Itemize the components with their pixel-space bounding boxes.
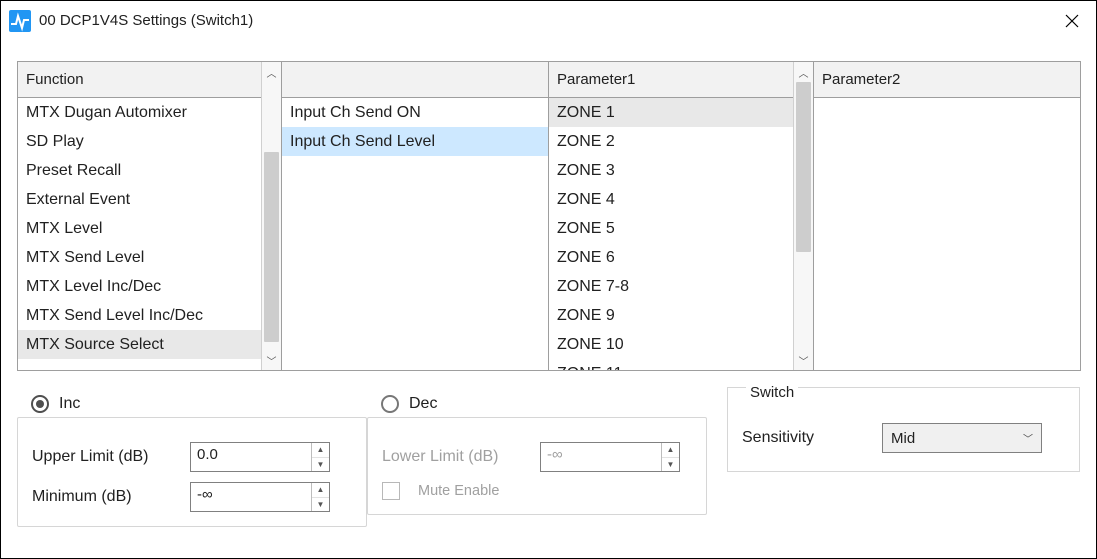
- switch-legend: Switch: [746, 384, 798, 401]
- param2-panel: Parameter2: [813, 61, 1081, 371]
- lower-limit-input: -∞ ▲▼: [540, 442, 680, 472]
- list-item[interactable]: MTX Level Inc/Dec: [18, 272, 261, 301]
- function-scrollbar[interactable]: ︿ ﹀: [261, 62, 281, 370]
- switch-group: Switch Sensitivity Mid ﹀: [727, 387, 1080, 472]
- list-item[interactable]: Input Ch Send Level: [282, 127, 548, 156]
- mute-enable-checkbox: [382, 482, 400, 500]
- lower-limit-label: Lower Limit (dB): [382, 448, 532, 466]
- chevron-down-icon: ﹀: [1023, 431, 1033, 446]
- list-item[interactable]: ZONE 3: [549, 156, 793, 185]
- close-icon: [1065, 14, 1079, 28]
- window-title: 00 DCP1V4S Settings (Switch1): [39, 12, 253, 29]
- bottom-controls: Inc Upper Limit (dB) 0.0 ▲▼ Minimum (dB)…: [17, 395, 1080, 527]
- spinner-down-icon[interactable]: ▼: [312, 458, 329, 472]
- option-panel: Input Ch Send ONInput Ch Send Level: [281, 61, 549, 371]
- radio-checked-icon: [31, 395, 49, 413]
- function-header: Function: [18, 62, 261, 98]
- spinner-down-icon: ▼: [662, 458, 679, 472]
- switch-block: Switch Sensitivity Mid ﹀: [707, 395, 1080, 527]
- spinner-buttons: ▲▼: [661, 443, 679, 471]
- upper-limit-input[interactable]: 0.0 ▲▼: [190, 442, 330, 472]
- spinner-up-icon[interactable]: ▲: [312, 483, 329, 498]
- scroll-thumb[interactable]: [796, 82, 811, 252]
- param1-scrollbar[interactable]: ︿ ﹀: [793, 62, 813, 370]
- upper-limit-label: Upper Limit (dB): [32, 448, 182, 466]
- dec-radio-label: Dec: [409, 395, 437, 413]
- scroll-thumb[interactable]: [264, 152, 279, 342]
- list-item[interactable]: SD Play: [18, 127, 261, 156]
- list-item[interactable]: MTX Source Select: [18, 330, 261, 359]
- dec-block: Dec Lower Limit (dB) -∞ ▲▼ Mute Enable: [367, 395, 707, 527]
- list-item[interactable]: ZONE 1: [549, 98, 793, 127]
- param1-list[interactable]: ZONE 1ZONE 2ZONE 3ZONE 4ZONE 5ZONE 6ZONE…: [549, 98, 793, 370]
- sensitivity-select[interactable]: Mid ﹀: [882, 423, 1042, 453]
- scroll-up-icon[interactable]: ︿: [794, 62, 813, 82]
- list-item[interactable]: ZONE 6: [549, 243, 793, 272]
- scroll-up-icon[interactable]: ︿: [262, 62, 281, 82]
- app-icon: [9, 10, 31, 32]
- settings-window: 00 DCP1V4S Settings (Switch1) Function M…: [0, 0, 1097, 559]
- spinner-up-icon[interactable]: ▲: [312, 443, 329, 458]
- spinner-buttons[interactable]: ▲▼: [311, 443, 329, 471]
- inc-block: Inc Upper Limit (dB) 0.0 ▲▼ Minimum (dB)…: [17, 395, 367, 527]
- list-item[interactable]: ZONE 5: [549, 214, 793, 243]
- dec-radio[interactable]: Dec: [381, 395, 707, 413]
- list-item[interactable]: MTX Send Level: [18, 243, 261, 272]
- lower-limit-value: -∞: [541, 443, 661, 471]
- function-panel: Function MTX Dugan AutomixerSD PlayPrese…: [17, 61, 282, 371]
- mute-enable-label: Mute Enable: [418, 483, 499, 499]
- list-item[interactable]: External Event: [18, 185, 261, 214]
- close-button[interactable]: [1048, 1, 1096, 41]
- param1-header: Parameter1: [549, 62, 793, 98]
- param2-list[interactable]: [814, 98, 1080, 370]
- option-list[interactable]: Input Ch Send ONInput Ch Send Level: [282, 98, 548, 370]
- scroll-down-icon[interactable]: ﹀: [262, 350, 281, 370]
- option-header: [282, 62, 548, 98]
- spinner-buttons[interactable]: ▲▼: [311, 483, 329, 511]
- list-item[interactable]: ZONE 9: [549, 301, 793, 330]
- inc-radio-label: Inc: [59, 395, 80, 413]
- param2-header: Parameter2: [814, 62, 1080, 98]
- minimum-input[interactable]: -∞ ▲▼: [190, 482, 330, 512]
- upper-limit-value: 0.0: [191, 443, 311, 471]
- list-item[interactable]: Input Ch Send ON: [282, 98, 548, 127]
- function-list[interactable]: MTX Dugan AutomixerSD PlayPreset RecallE…: [18, 98, 261, 370]
- list-item[interactable]: Preset Recall: [18, 156, 261, 185]
- list-item[interactable]: ZONE 11: [549, 359, 793, 370]
- radio-unchecked-icon: [381, 395, 399, 413]
- scroll-down-icon[interactable]: ﹀: [794, 350, 813, 370]
- param1-panel: Parameter1 ZONE 1ZONE 2ZONE 3ZONE 4ZONE …: [548, 61, 814, 371]
- list-item[interactable]: MTX Dugan Automixer: [18, 98, 261, 127]
- list-item[interactable]: ZONE 2: [549, 127, 793, 156]
- minimum-value: -∞: [191, 483, 311, 511]
- list-item[interactable]: MTX Send Level Inc/Dec: [18, 301, 261, 330]
- minimum-label: Minimum (dB): [32, 488, 182, 506]
- titlebar: 00 DCP1V4S Settings (Switch1): [1, 1, 1096, 41]
- list-item[interactable]: ZONE 10: [549, 330, 793, 359]
- sensitivity-label: Sensitivity: [742, 429, 882, 447]
- spinner-down-icon[interactable]: ▼: [312, 498, 329, 512]
- dec-group: Lower Limit (dB) -∞ ▲▼ Mute Enable: [367, 417, 707, 515]
- list-item[interactable]: MTX Level: [18, 214, 261, 243]
- list-item[interactable]: ZONE 7-8: [549, 272, 793, 301]
- content-area: Function MTX Dugan AutomixerSD PlayPrese…: [1, 41, 1096, 558]
- spinner-up-icon: ▲: [662, 443, 679, 458]
- sensitivity-value: Mid: [891, 430, 915, 447]
- inc-group: Upper Limit (dB) 0.0 ▲▼ Minimum (dB) -∞ …: [17, 417, 367, 527]
- list-item[interactable]: ZONE 4: [549, 185, 793, 214]
- inc-radio[interactable]: Inc: [31, 395, 367, 413]
- lists-row: Function MTX Dugan AutomixerSD PlayPrese…: [17, 61, 1080, 371]
